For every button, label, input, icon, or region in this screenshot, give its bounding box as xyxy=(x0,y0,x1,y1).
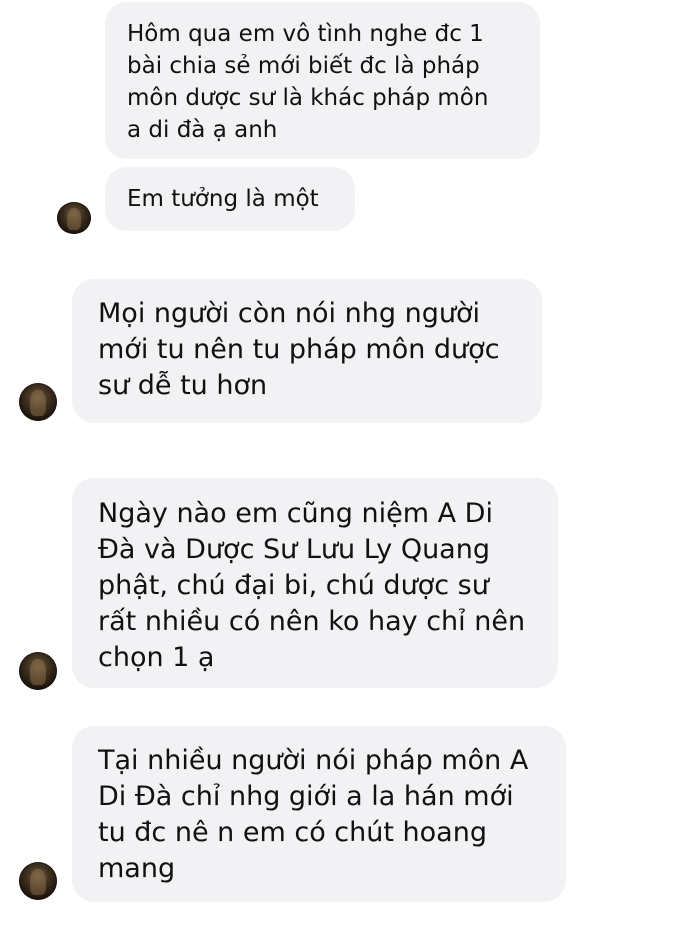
avatar-3[interactable] xyxy=(19,652,57,690)
message-bubble-3[interactable]: Mọi người còn nói nhg người mới tu nên t… xyxy=(72,279,542,423)
message-bubble-5[interactable]: Tại nhiều người nói pháp môn A Di Đà chỉ… xyxy=(72,726,566,902)
avatar-2[interactable] xyxy=(19,383,57,421)
avatar-4[interactable] xyxy=(19,862,57,900)
message-bubble-1[interactable]: Hôm qua em vô tình nghe đc 1 bài chia sẻ… xyxy=(105,2,540,159)
message-bubble-4[interactable]: Ngày nào em cũng niệm A Di Đà và Dược Sư… xyxy=(72,478,558,688)
avatar-1[interactable] xyxy=(57,202,91,234)
message-bubble-2[interactable]: Em tưởng là một xyxy=(105,167,355,231)
